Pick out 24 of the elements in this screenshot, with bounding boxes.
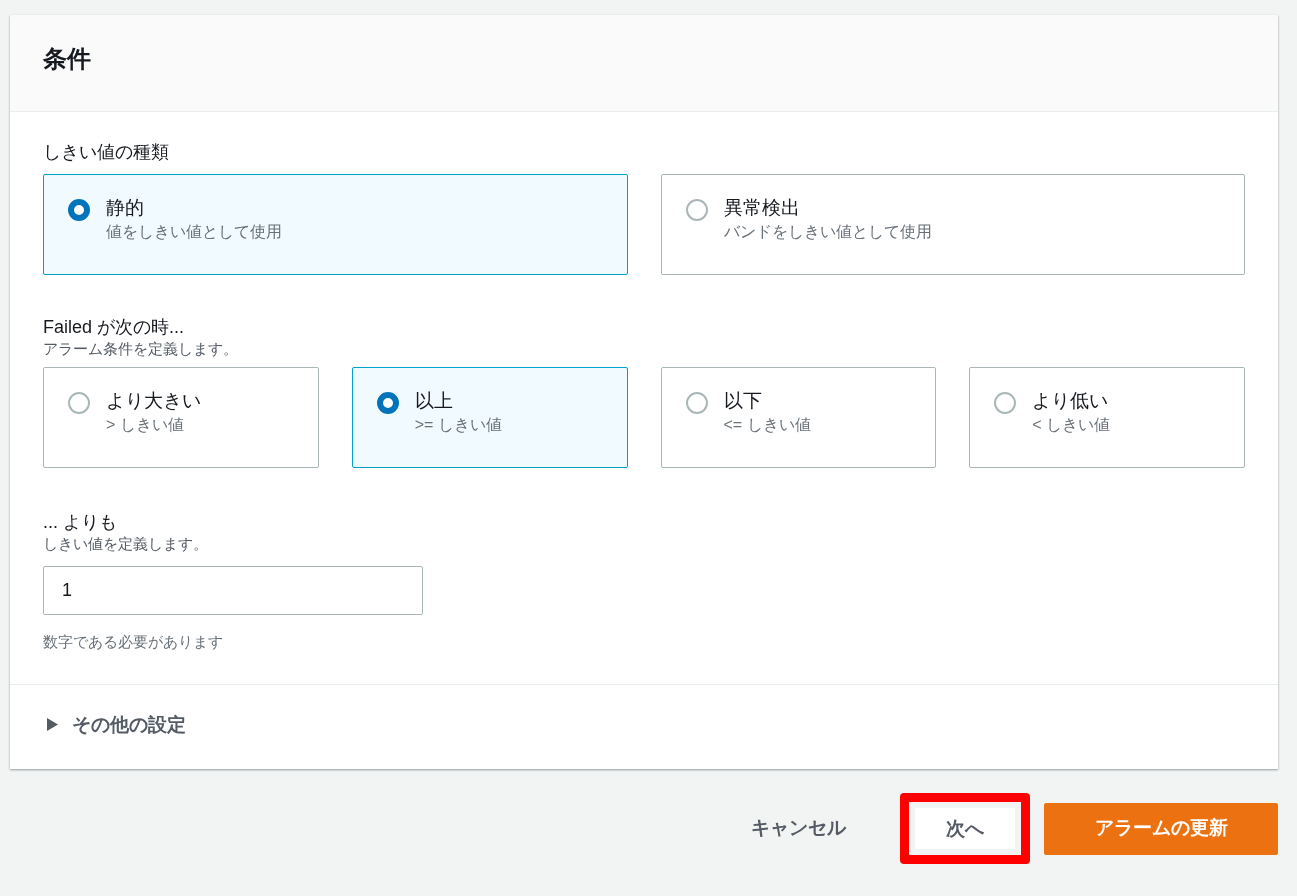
threshold-hint: 数字である必要があります — [43, 632, 224, 652]
condition-option[interactable]: より低い < しきい値 — [969, 367, 1245, 468]
radio-button[interactable] — [376, 392, 399, 414]
radio-button[interactable] — [68, 392, 90, 414]
condition-option[interactable]: 以上 >= しきい値 — [351, 367, 628, 468]
threshold-type-option[interactable]: 静的 値をしきい値として使用 — [43, 174, 628, 275]
threshold-label: ... よりも — [43, 511, 118, 534]
condition-option[interactable]: 以下 <= しきい値 — [660, 367, 937, 468]
condition-description: アラーム条件を定義します。 — [43, 339, 239, 359]
threshold-type-label: しきい値の種類 — [43, 141, 170, 164]
cancel-button[interactable]: キャンセル — [731, 806, 866, 851]
threshold-type-option[interactable]: 異常検出 バンドをしきい値として使用 — [660, 174, 1245, 275]
next-button[interactable]: 次へ — [915, 808, 1015, 849]
caret-right-icon — [47, 718, 58, 732]
threshold-description: しきい値を定義します。 — [43, 534, 209, 554]
radio-button[interactable] — [685, 392, 708, 414]
radio-button[interactable] — [68, 199, 90, 221]
radio-button[interactable] — [994, 392, 1017, 414]
condition-option[interactable]: より大きい > しきい値 — [43, 367, 319, 468]
condition-label: Failed が次の時... — [43, 316, 186, 339]
radio-button[interactable] — [685, 199, 708, 221]
threshold-input[interactable]: 1 — [43, 566, 423, 615]
additional-settings-toggle[interactable]: その他の設定 — [47, 710, 1241, 739]
panel-title: 条件 — [43, 45, 92, 74]
